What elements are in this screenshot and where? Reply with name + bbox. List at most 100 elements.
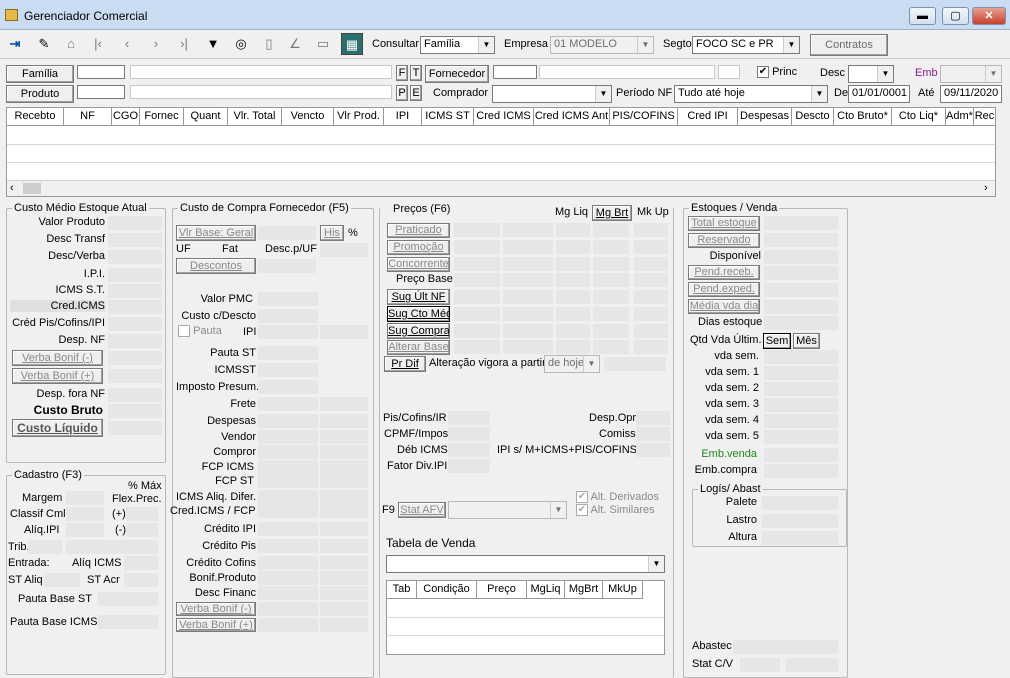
pr-dif-button[interactable]: Pr Dif: [384, 356, 426, 372]
tv-col-condicao[interactable]: Condição: [417, 581, 477, 599]
promocao-button[interactable]: Promoção: [387, 240, 450, 255]
contratos-button[interactable]: Contratos: [810, 34, 888, 56]
tv-col-preco[interactable]: Preço: [477, 581, 527, 599]
pend-receb-button[interactable]: Pend.receb.: [688, 265, 760, 280]
horizontal-scrollbar[interactable]: ‹ ›: [7, 180, 995, 196]
t-button[interactable]: T: [410, 65, 422, 81]
comprador-select[interactable]: ▼: [492, 85, 612, 103]
his-button[interactable]: His: [320, 225, 344, 241]
p-button[interactable]: P: [396, 85, 408, 101]
ate-date-input[interactable]: 09/11/2020: [940, 85, 1002, 103]
descontos-button[interactable]: Descontos: [176, 258, 256, 274]
col-cred-icms-ant[interactable]: Cred ICMS Ant: [534, 108, 610, 126]
close-button[interactable]: ✕: [972, 7, 1006, 25]
familia-code-input[interactable]: [77, 65, 125, 79]
empresa-select[interactable]: 01 MODELO ▼: [550, 36, 654, 54]
col-recebto[interactable]: Recebto: [7, 108, 64, 126]
col-descto[interactable]: Descto: [792, 108, 834, 126]
col-quant[interactable]: Quant: [184, 108, 228, 126]
e-button[interactable]: E: [410, 85, 422, 101]
segto-select[interactable]: FOCO SC e PR ▼: [692, 36, 800, 54]
doc-icon[interactable]: ▯: [258, 33, 280, 55]
scroll-left-icon[interactable]: ‹: [10, 182, 14, 194]
consultar-select[interactable]: Família ▼: [420, 36, 495, 54]
pend-exped-button[interactable]: Pend.exped.: [688, 282, 760, 297]
praticado-button[interactable]: Praticado: [387, 223, 450, 238]
fornecedor-button[interactable]: Fornecedor: [425, 65, 489, 83]
total-estoque-button[interactable]: Total estoque: [688, 216, 760, 231]
stat-afv-select[interactable]: ▼: [448, 501, 567, 519]
mg-brt-button[interactable]: Mg Brt: [592, 205, 632, 221]
sug-ult-nf-button[interactable]: Sug Últ NF: [387, 289, 450, 305]
custo-liquido-button[interactable]: Custo Líquido: [12, 419, 103, 437]
periodo-select[interactable]: Tudo até hoje ▼: [674, 85, 828, 103]
prev-icon[interactable]: ‹: [116, 33, 138, 55]
mes-button[interactable]: Mês: [793, 333, 820, 349]
tv-col-mkup[interactable]: MkUp: [603, 581, 643, 599]
sem-button[interactable]: Sem: [763, 333, 791, 349]
verba-bonif-cc-plus-button[interactable]: Verba Bonif (+): [176, 618, 256, 632]
fornecedor-code-input[interactable]: [493, 65, 537, 79]
tv-col-tab[interactable]: Tab: [387, 581, 417, 599]
col-icms-st[interactable]: ICMS ST: [422, 108, 474, 126]
col-vencto[interactable]: Vencto: [282, 108, 334, 126]
binoculars-icon[interactable]: ◎: [230, 33, 252, 55]
nf-grid[interactable]: Recebto NF CGO Fornec Quant Vlr. Total V…: [6, 107, 996, 197]
chart-icon[interactable]: ∠: [284, 33, 306, 55]
col-pis-cofins[interactable]: PIS/COFINS: [610, 108, 678, 126]
stat-afv-button[interactable]: Stat AFV: [398, 502, 446, 518]
familia-desc-input[interactable]: [130, 65, 392, 79]
next-icon[interactable]: ›: [145, 33, 167, 55]
verba-bonif-cc-minus-button[interactable]: Verba Bonif (-): [176, 602, 256, 616]
col-cred-icms[interactable]: Cred ICMS: [474, 108, 534, 126]
tree-icon[interactable]: ⌂: [60, 33, 82, 55]
produto-desc-input[interactable]: [130, 85, 392, 99]
col-ipi[interactable]: IPI: [384, 108, 422, 126]
scroll-right-icon[interactable]: ›: [984, 182, 988, 194]
col-rec[interactable]: Rec: [974, 108, 995, 126]
maximize-button[interactable]: ▢: [942, 7, 969, 25]
exit-icon[interactable]: ⇥: [4, 33, 26, 55]
verba-bonif-minus-button[interactable]: Verba Bonif (-): [12, 350, 103, 366]
col-cred-ipi[interactable]: Cred IPI: [678, 108, 738, 126]
alt-similares-checkbox[interactable]: ✔ Alt. Similares: [576, 504, 655, 517]
col-despesas[interactable]: Despesas: [738, 108, 792, 126]
col-vlr-total[interactable]: Vlr. Total: [228, 108, 282, 126]
col-fornec[interactable]: Fornec: [140, 108, 184, 126]
tv-col-mgbrt[interactable]: MgBrt: [565, 581, 603, 599]
tv-col-mgliq[interactable]: MgLiq: [527, 581, 565, 599]
col-vlr-prod[interactable]: Vlr Prod.: [334, 108, 384, 126]
tabela-venda-select[interactable]: ▼: [386, 555, 665, 573]
last-icon[interactable]: ›|: [173, 33, 195, 55]
alteracao-select[interactable]: de hoje ▼: [544, 355, 600, 373]
reservado-button[interactable]: Reservado: [688, 233, 760, 248]
emb-select[interactable]: ▼: [940, 65, 1002, 83]
col-adm[interactable]: Adm*: [946, 108, 974, 126]
fornecedor-desc-input[interactable]: [539, 65, 715, 79]
monitor-icon[interactable]: ▭: [312, 33, 334, 55]
first-icon[interactable]: |‹: [87, 33, 109, 55]
sug-compra-button[interactable]: Sug Compra: [387, 323, 450, 339]
filter-icon[interactable]: ▼: [202, 33, 224, 55]
minimize-button[interactable]: ▬: [909, 7, 936, 25]
pauta-checkbox[interactable]: Pauta: [178, 325, 222, 338]
de-date-input[interactable]: 01/01/0001: [848, 85, 910, 103]
alterar-base-button[interactable]: Alterar Base: [387, 340, 450, 355]
col-cgo[interactable]: CGO: [112, 108, 140, 126]
eraser-icon[interactable]: ✎: [33, 33, 55, 55]
scroll-thumb[interactable]: [23, 183, 41, 194]
sug-cto-med-button[interactable]: Sug Cto Méd: [387, 306, 450, 322]
col-nf[interactable]: NF: [64, 108, 112, 126]
calculator-icon[interactable]: ▦: [341, 33, 363, 55]
media-vda-button[interactable]: Média vda dia: [688, 299, 760, 314]
col-cto-liq[interactable]: Cto Liq*: [892, 108, 946, 126]
produto-button[interactable]: Produto: [6, 85, 74, 103]
produto-code-input[interactable]: [77, 85, 125, 99]
vlr-base-button[interactable]: Vlr Base: Geral: [176, 225, 256, 241]
f-button[interactable]: F: [396, 65, 408, 81]
alt-derivados-checkbox[interactable]: ✔ Alt. Derivados: [576, 491, 659, 504]
fornecedor-extra-input[interactable]: [718, 65, 740, 79]
tabela-venda-grid[interactable]: Tab Condição Preço MgLiq MgBrt MkUp: [386, 580, 665, 655]
familia-button[interactable]: Família: [6, 65, 74, 83]
concorrente-button[interactable]: Concorrente: [387, 257, 450, 272]
